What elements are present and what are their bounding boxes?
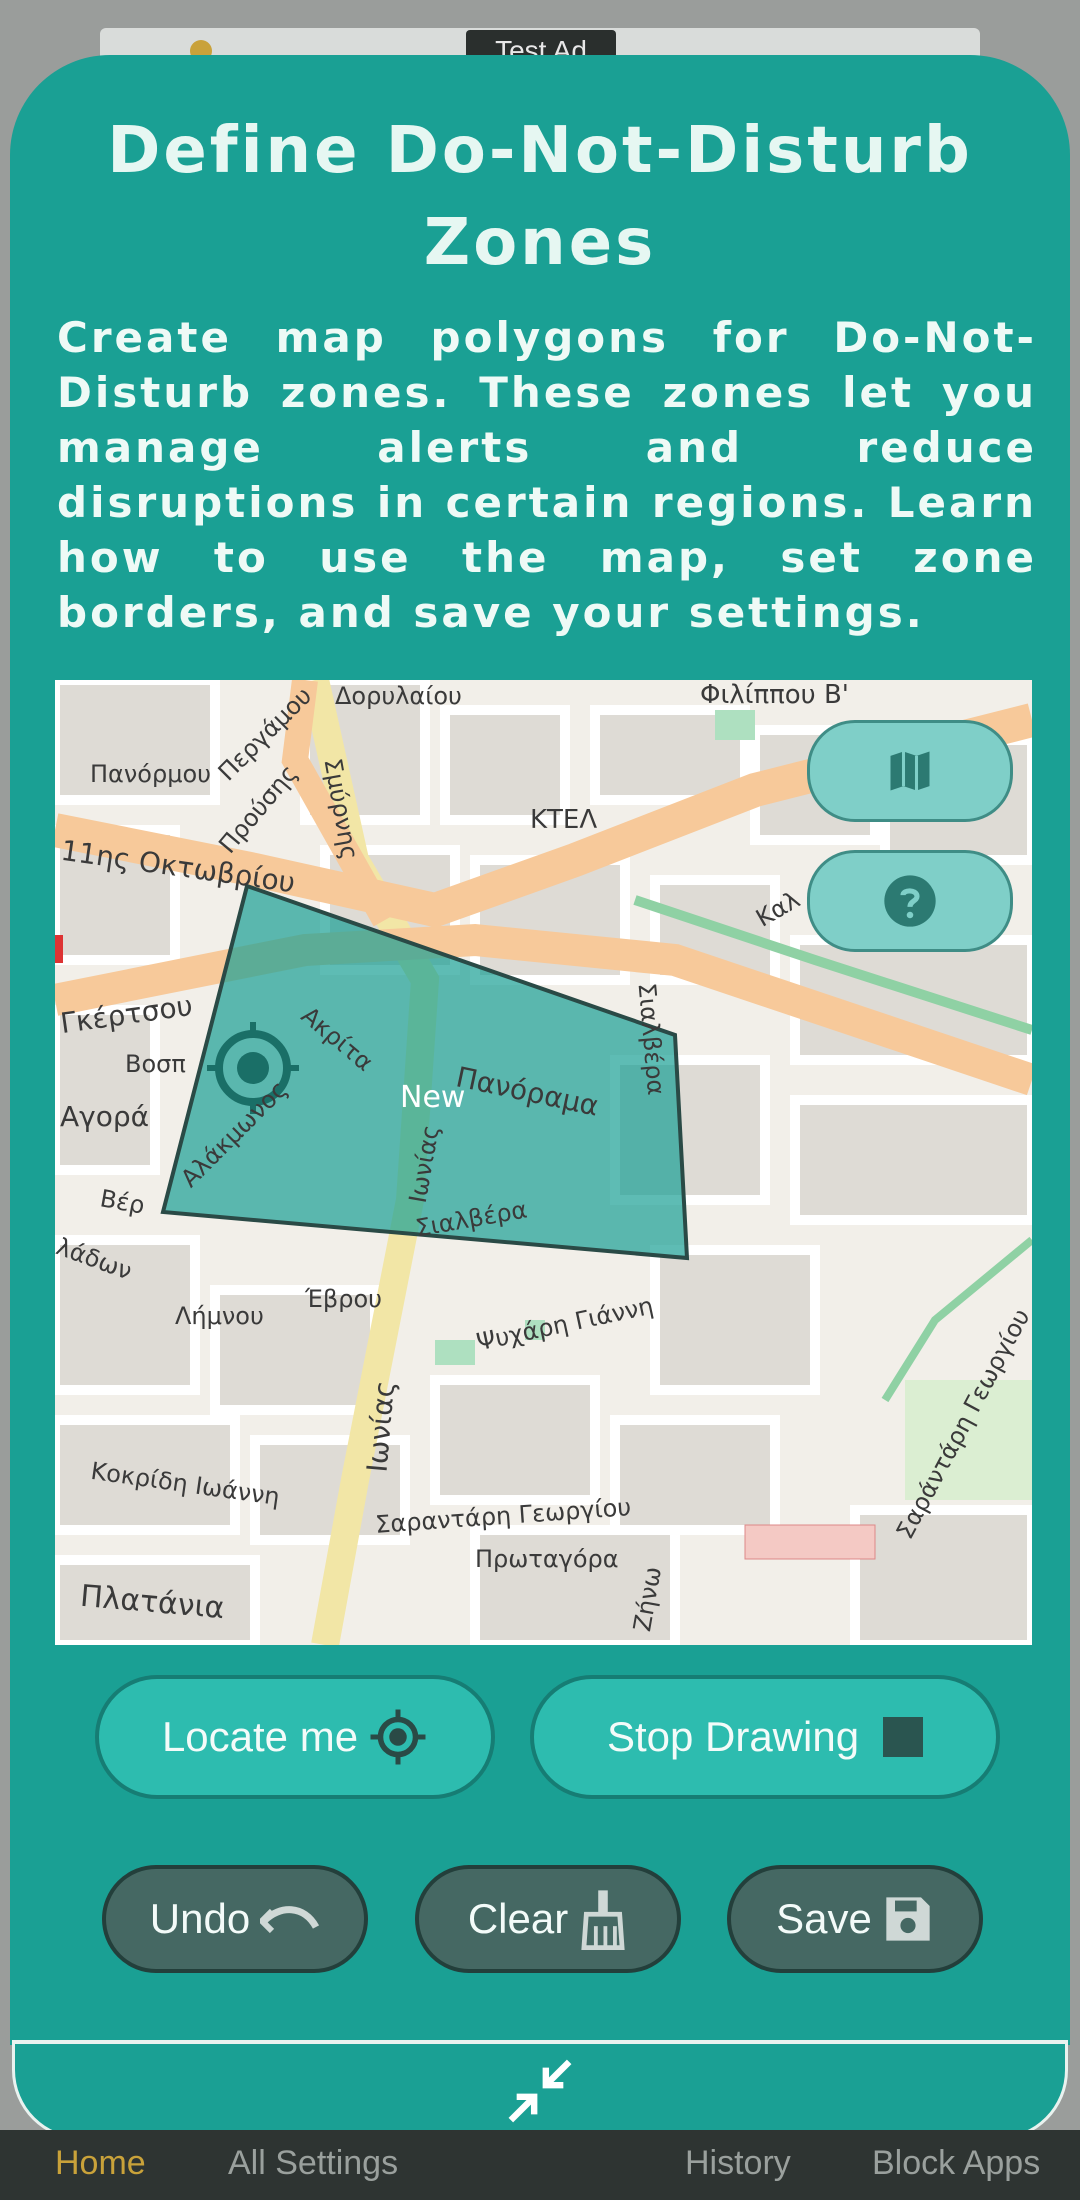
street-label: Λήμνου	[175, 1302, 264, 1330]
crosshair-icon	[370, 1709, 426, 1765]
map-icon	[890, 751, 930, 791]
sheet-title: Define Do-Not-Disturb Zones	[107, 114, 973, 280]
street-label: Βοσπ	[125, 1050, 186, 1078]
help-icon	[884, 875, 936, 927]
stop-drawing-button[interactable]: Stop Drawing	[530, 1675, 1000, 1799]
sheet-description: Create map polygons for Do-Not-Disturb z…	[57, 313, 1037, 637]
map-view[interactable]: Φιλίππου Β' Δορυλαίου Πανόρμου Περγάμου …	[55, 680, 1032, 1645]
undo-button[interactable]: Undo	[102, 1865, 368, 1973]
street-label: Πρωταγόρα	[475, 1545, 619, 1573]
stop-drawing-label: Stop Drawing	[606, 1713, 860, 1760]
clear-button[interactable]: Clear	[415, 1865, 681, 1973]
collapse-bar[interactable]	[12, 2040, 1068, 2140]
nav-block-apps[interactable]: Block Apps	[872, 2144, 1040, 2183]
bottom-navigation: Home All Settings History Block Apps	[0, 2130, 1080, 2200]
dnd-zone-sheet: Define Do-Not-Disturb Zones Create map p…	[10, 55, 1070, 2045]
street-label: Αγορά	[60, 1100, 150, 1133]
nav-history[interactable]: History	[685, 2144, 791, 2183]
help-button[interactable]	[807, 850, 1013, 952]
street-label: Φιλίππου Β'	[700, 680, 849, 710]
map-layers-button[interactable]	[807, 720, 1013, 822]
stop-square-icon	[883, 1717, 924, 1757]
clear-label: Clear	[467, 1895, 569, 1942]
zone-label: New	[400, 1080, 466, 1115]
street-label: ΚΤΕΛ	[530, 805, 598, 835]
undo-label: Undo	[149, 1895, 251, 1942]
nav-home[interactable]: Home	[55, 2144, 146, 2183]
collapse-arrows-icon	[508, 2059, 572, 2122]
street-label: Δορυλαίου	[335, 682, 462, 710]
save-label: Save	[776, 1895, 872, 1942]
street-label: Έβρου	[305, 1285, 383, 1313]
undo-icon	[260, 1906, 320, 1934]
locate-me-button[interactable]: Locate me	[95, 1675, 495, 1799]
street-label: Πανόρμου	[90, 760, 212, 788]
brush-icon	[581, 1890, 625, 1950]
save-button[interactable]: Save	[727, 1865, 983, 1973]
floppy-icon	[886, 1897, 930, 1941]
locate-me-label: Locate me	[161, 1713, 359, 1760]
nav-all-settings[interactable]: All Settings	[228, 2144, 398, 2183]
